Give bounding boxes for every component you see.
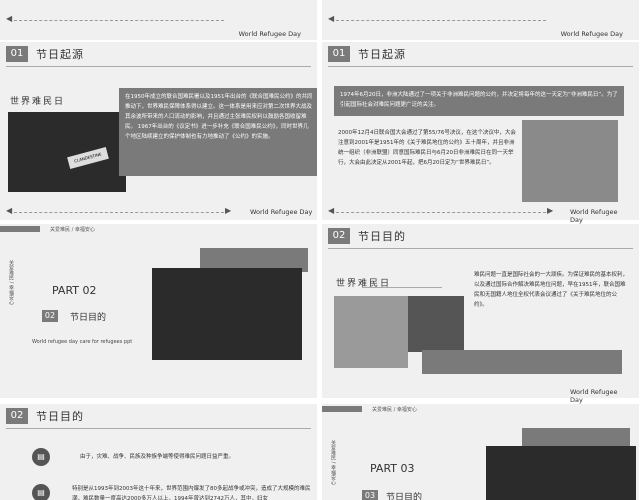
subtitle: World refugee day care for refugees ppt xyxy=(32,339,133,345)
tagline: 关爱难民 / 幸福安心 xyxy=(50,227,95,233)
child-photo xyxy=(334,296,408,368)
section-title: 节日起源 xyxy=(36,48,84,61)
section-title: 节日目的 xyxy=(36,410,84,423)
photo-sign: CLANDESTINE xyxy=(67,147,109,169)
origin-body-text: 2000年12月4日联合国大会通过了第55/76号决议，在这个决议中，大会注意到… xyxy=(338,130,516,166)
footer-english-label: World Refugee Day xyxy=(560,30,623,38)
section-title: 节日目的 xyxy=(358,230,406,243)
tagline: 关爱难民 / 幸福安心 xyxy=(372,407,417,413)
vertical-tagline: 关爱难民 / 幸福安心 xyxy=(8,260,14,305)
slide-origin-1[interactable]: 01 节日起源 世界难民日 CLANDESTINE 在1950年成立的联合国难民… xyxy=(0,42,317,220)
section-title: 节日目的 xyxy=(386,493,423,500)
slide-part-03[interactable]: 关爱难民 / 幸福安心 关爱难民 / 幸福安心 PART 03 03 节日目的 xyxy=(322,404,639,500)
footer-english-label: World Refugee Day xyxy=(238,30,301,38)
origin-text-box: 在1950年成立的联合国难民署以及1951年出台的《联合国难民公约》的共同推动下… xyxy=(119,88,317,176)
purpose-body-text: 难民问题一直是国际社会的一大顽疾。为保证难民的基本权利，以及通过国际合作解决难民… xyxy=(474,272,629,308)
refugee-children-photo xyxy=(152,268,302,360)
footer-english-label: World Refugee Day xyxy=(570,388,618,404)
prev-slide-strip-right: ◀ World Refugee Day xyxy=(322,0,639,40)
slide-purpose-list[interactable]: 02 节日目的 ▤ 由于，灾难、战争、民族及种族争端等使得难民问题日益严重。 ▤… xyxy=(0,404,317,500)
section-title: 节日起源 xyxy=(358,48,406,61)
book-icon: ▤ xyxy=(32,484,50,500)
origin-text-box: 1974年6月20日，非洲大陆通过了一项关于非洲难民问题的公约，并决定将每年的这… xyxy=(334,86,624,116)
family-photo xyxy=(408,296,464,352)
slide-part-02[interactable]: 关爱难民 / 幸福安心 关爱难民 / 幸福安心 PART 02 02 节日目的 … xyxy=(0,224,317,398)
section-number: 01 xyxy=(6,46,28,62)
section-number: 03 xyxy=(362,490,378,500)
part-label: PART 02 xyxy=(52,284,97,297)
prev-slide-strip-left: ◀ World Refugee Day xyxy=(0,0,317,40)
section-number: 02 xyxy=(328,228,350,244)
refugee-children-photo xyxy=(486,446,636,500)
child-photo xyxy=(522,120,618,202)
slide-origin-2[interactable]: 01 节日起源 1974年6月20日，非洲大陆通过了一项关于非洲难民问题的公约，… xyxy=(322,42,639,220)
refugee-photo: CLANDESTINE xyxy=(8,112,126,192)
book-icon: ▤ xyxy=(32,448,50,466)
vertical-tagline: 关爱难民 / 幸福安心 xyxy=(330,440,336,485)
section-number: 01 xyxy=(328,46,350,62)
purpose-item-1: 由于，灾难、战争、民族及种族争端等使得难民问题日益严重。 xyxy=(80,454,235,460)
part-label: PART 03 xyxy=(370,462,415,475)
section-number: 02 xyxy=(42,310,58,322)
section-number: 02 xyxy=(6,408,28,424)
slide-purpose[interactable]: 02 节日目的 世界难民日 难民问题一直是国际社会的一大顽疾。为保证难民的基本权… xyxy=(322,224,639,398)
section-title: 节日目的 xyxy=(70,313,107,323)
footer-english-label: World Refugee Day xyxy=(570,208,618,224)
purpose-item-2: 特别是从1993年到2003年这十年来，世界范围内爆发了80多起战争或冲突，造成… xyxy=(72,486,311,500)
left-title: 世界难民日 xyxy=(10,97,66,107)
